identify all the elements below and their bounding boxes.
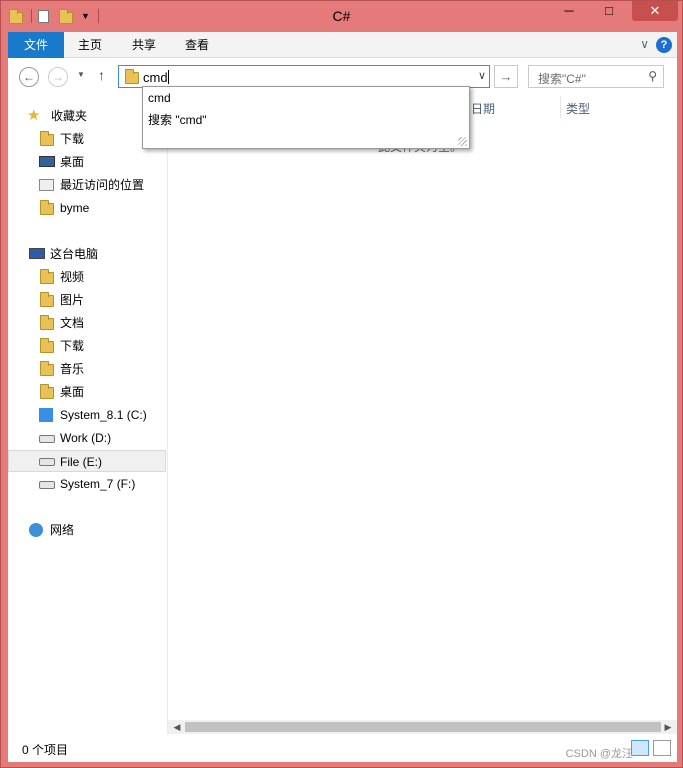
scrollbar-thumb[interactable] [185,722,661,732]
nav-item-drive-d[interactable]: Work (D:) [8,427,166,449]
minimize-button[interactable]: ─ [556,1,582,21]
nav-item-label: 音乐 [60,362,85,376]
maximize-button[interactable]: □ [596,1,622,21]
nav-item-desktop[interactable]: 桌面 [8,151,166,173]
forward-button[interactable]: → [48,67,68,87]
chevron-down-icon[interactable]: ∨ [478,69,486,82]
nav-item-label: System_8.1 (C:) [60,408,147,422]
help-icon[interactable]: ? [656,37,672,53]
suggestion-item[interactable]: 搜索 "cmd" [148,111,207,128]
drive-icon [39,458,55,466]
nav-this-pc[interactable]: 这台电脑 [8,243,166,265]
download-folder-icon [40,131,54,146]
nav-item-videos[interactable]: 视频 [8,266,166,288]
nav-item-label: 视频 [60,270,85,284]
main-content: ★ 收藏夹 下载 桌面 最近访问的位置 byme 这台电脑 视频 图片 文档 下… [8,96,677,734]
nav-item-drive-c[interactable]: System_8.1 (C:) [8,404,166,426]
navigation-pane: ★ 收藏夹 下载 桌面 最近访问的位置 byme 这台电脑 视频 图片 文档 下… [8,96,168,734]
tab-home[interactable]: 主页 [68,32,112,58]
expand-ribbon-icon[interactable]: ∨ [640,37,649,51]
up-button[interactable]: ↑ [98,67,105,83]
desktop-icon [39,156,55,167]
nav-network[interactable]: 网络 [8,519,166,541]
horizontal-scrollbar[interactable]: ◀ ▶ [168,720,677,734]
search-icon[interactable]: ⚲ [648,69,657,83]
music-folder-icon [40,361,54,376]
back-button[interactable]: ← [19,67,39,87]
close-button[interactable]: ✕ [632,1,678,21]
text-cursor [168,70,169,84]
ribbon-tabs: 文件 主页 共享 查看 ∨ ? [8,32,677,58]
nav-item-label: 收藏夹 [51,109,88,123]
nav-item-music[interactable]: 音乐 [8,358,166,380]
nav-item-label: 桌面 [60,155,85,169]
nav-item-pictures[interactable]: 图片 [8,289,166,311]
search-input[interactable]: 搜索"C#" ⚲ [528,65,664,88]
large-icons-view-button[interactable] [653,740,671,756]
star-icon: ★ [27,107,41,124]
download-folder-icon [40,338,54,353]
nav-item-recent-places[interactable]: 最近访问的位置 [8,174,166,196]
status-bar: 0 个项目 CSDN @龙汪 [8,734,677,762]
drive-icon [39,435,55,443]
drive-icon [39,481,55,489]
desktop-folder-icon [40,384,54,399]
address-input[interactable]: cmd ∨ [118,65,490,88]
tab-file[interactable]: 文件 [8,32,64,58]
go-button[interactable]: → [494,65,518,88]
pictures-folder-icon [40,292,54,307]
column-separator[interactable] [560,96,561,118]
nav-item-label: 网络 [50,523,75,537]
tab-share[interactable]: 共享 [122,32,166,58]
recent-locations-icon[interactable]: ▼ [77,70,85,79]
nav-item-label: 下载 [60,339,85,353]
nav-item-label: System_7 (F:) [60,477,136,491]
autocomplete-dropdown: cmd 搜索 "cmd" [142,86,470,149]
title-bar[interactable]: ▼ C# ─ □ ✕ [1,1,682,32]
tab-view[interactable]: 查看 [175,32,219,58]
nav-item-label: 文档 [60,316,85,330]
video-folder-icon [40,269,54,284]
network-icon [29,523,43,537]
nav-item-label: Work (D:) [60,431,112,445]
explorer-window: ▼ C# ─ □ ✕ 文件 主页 共享 查看 ∨ ? ← → ▼ ↑ cmd ∨… [0,0,683,768]
nav-item-label: File (E:) [60,455,102,469]
documents-folder-icon [40,315,54,330]
scroll-left-icon[interactable]: ◀ [170,720,184,734]
file-list-pane: 日期 类型 此文件夹为空。 ◀ ▶ [168,96,677,734]
nav-item-label: 最近访问的位置 [60,178,145,192]
windows-drive-icon [39,408,53,422]
recent-places-icon [39,179,54,191]
nav-item-downloads-pc[interactable]: 下载 [8,335,166,357]
nav-item-drive-e[interactable]: File (E:) [8,450,166,472]
column-header-date[interactable]: 日期 [471,100,495,117]
folder-icon [40,200,54,215]
details-view-button[interactable] [631,740,649,756]
search-placeholder: 搜索"C#" [538,72,586,86]
nav-item-label: 桌面 [60,385,85,399]
address-text: cmd [143,70,168,85]
nav-item-drive-f[interactable]: System_7 (F:) [8,473,166,495]
nav-item-byme[interactable]: byme [8,197,166,219]
column-header-type[interactable]: 类型 [566,100,590,117]
nav-item-label: byme [60,201,90,215]
item-count: 0 个项目 [22,743,69,757]
nav-item-label: 这台电脑 [50,247,99,261]
computer-icon [29,248,45,259]
watermark: CSDN @龙汪 [565,748,633,760]
folder-icon [125,69,139,84]
nav-item-desktop-pc[interactable]: 桌面 [8,381,166,403]
suggestion-item[interactable]: cmd [148,91,171,105]
nav-item-documents[interactable]: 文档 [8,312,166,334]
nav-item-label: 图片 [60,293,85,307]
resize-grip-icon[interactable] [458,137,467,146]
nav-item-label: 下载 [60,132,85,146]
scroll-right-icon[interactable]: ▶ [661,720,675,734]
